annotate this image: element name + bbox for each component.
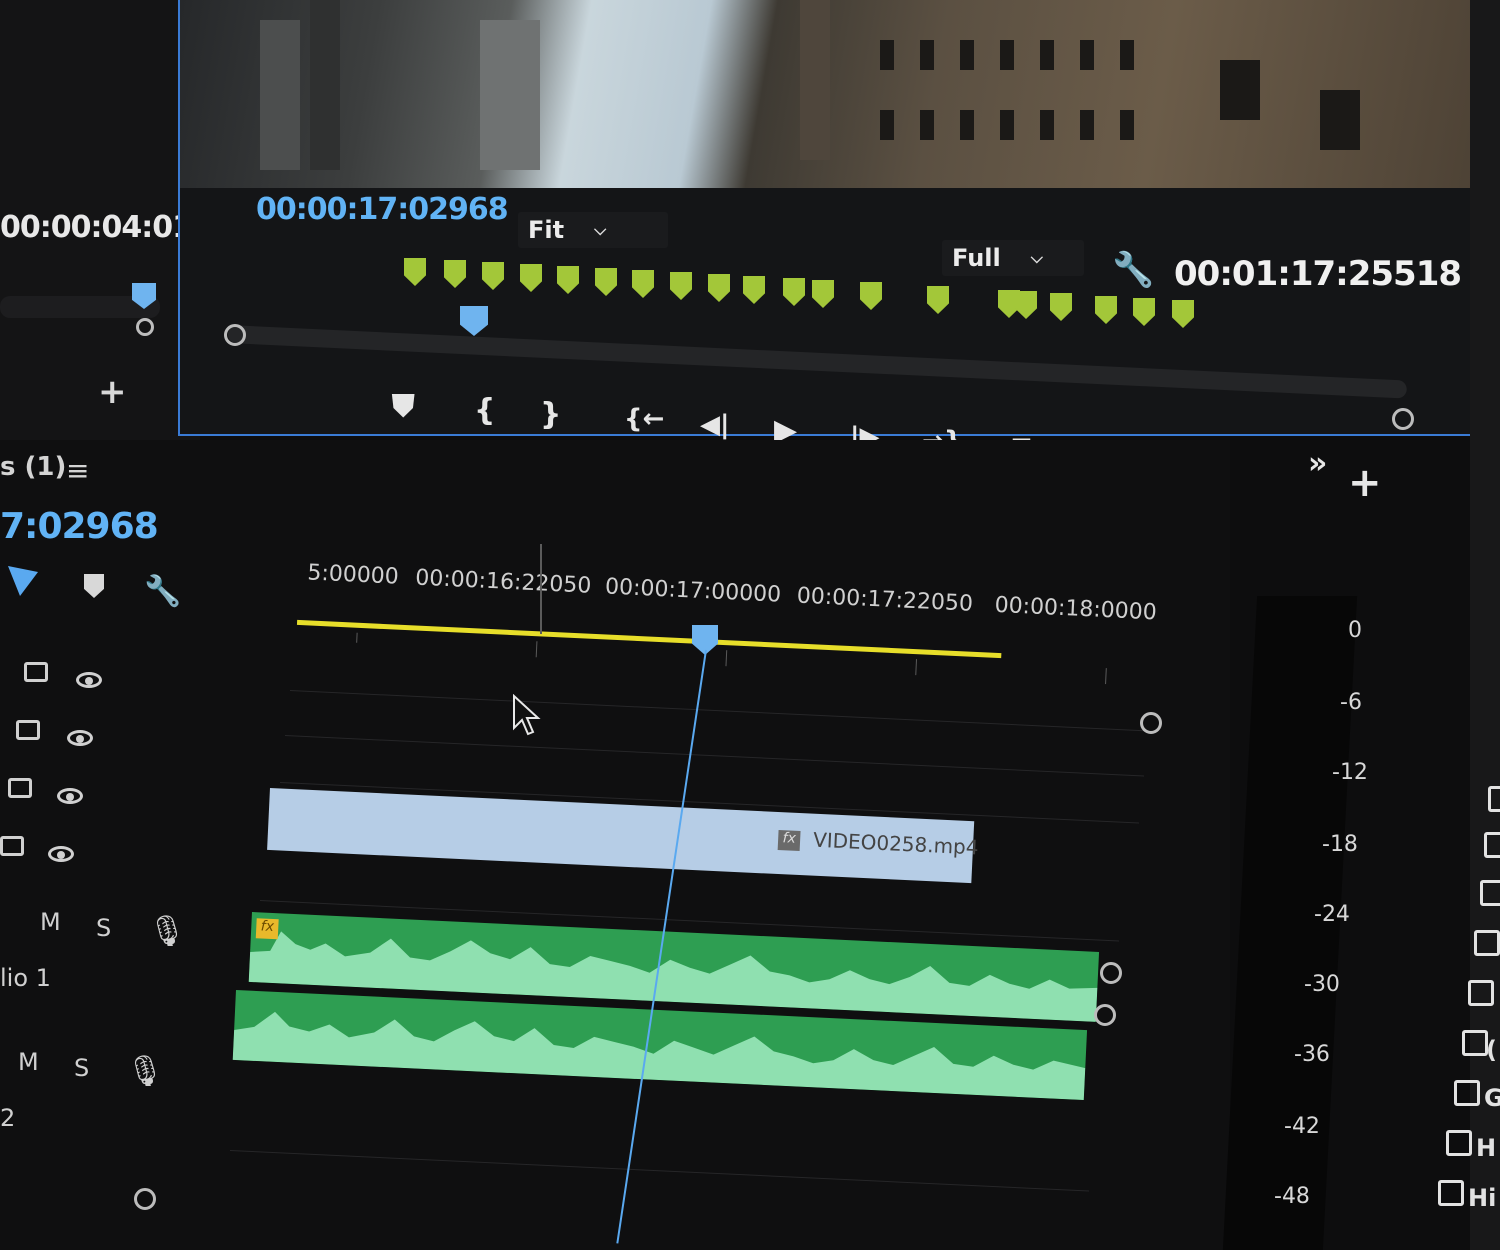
zoom-level-dropdown[interactable]: Fit ⌵ bbox=[518, 212, 668, 248]
meter-scale-label: -18 bbox=[1322, 832, 1358, 857]
bin-item-icon[interactable] bbox=[1438, 1180, 1464, 1206]
bin-item-icon[interactable] bbox=[1488, 786, 1500, 812]
video-clip-name: VIDEO0258.mp4 bbox=[812, 827, 980, 860]
mark-out-button[interactable]: } bbox=[540, 400, 561, 430]
step-back-button[interactable]: ◀| bbox=[700, 412, 730, 438]
bin-item-label[interactable]: Hi bbox=[1468, 1184, 1496, 1212]
eye-icon[interactable] bbox=[67, 730, 93, 746]
solo-button[interactable]: S bbox=[74, 1054, 89, 1082]
bin-item-label[interactable]: ( bbox=[1486, 1036, 1497, 1064]
more-controls-button[interactable]: » bbox=[1308, 446, 1327, 481]
timeline-timecode[interactable]: 7:02968 bbox=[0, 506, 159, 547]
sequence-tab-label[interactable]: s (1) bbox=[0, 452, 66, 482]
button-editor-add-button[interactable]: + bbox=[1348, 460, 1382, 506]
chevron-down-icon: ⌵ bbox=[1030, 248, 1043, 267]
source-add-button[interactable]: + bbox=[98, 372, 127, 412]
audio-track-name: 2 bbox=[0, 1104, 16, 1132]
playback-resolution-dropdown[interactable]: Full ⌵ bbox=[942, 240, 1084, 276]
ruler-tick bbox=[915, 659, 918, 676]
solo-button[interactable]: S bbox=[96, 914, 111, 942]
bin-item-icon[interactable] bbox=[1484, 832, 1500, 858]
bin-item-icon[interactable] bbox=[1462, 1030, 1488, 1056]
meter-scale-label: -6 bbox=[1340, 690, 1362, 715]
meter-scale-label: -36 bbox=[1294, 1042, 1330, 1067]
mark-in-button[interactable]: { bbox=[474, 396, 495, 426]
meter-scale-label: -48 bbox=[1274, 1184, 1310, 1209]
program-timecode[interactable]: 00:00:17:02968 bbox=[256, 192, 509, 227]
meter-scale-label: -30 bbox=[1304, 972, 1340, 997]
bin-item-icon[interactable] bbox=[1446, 1130, 1472, 1156]
program-duration: 00:01:17:25518 bbox=[1174, 254, 1462, 294]
meter-scale-label: -42 bbox=[1284, 1114, 1320, 1139]
meter-scale-label: -24 bbox=[1314, 902, 1350, 927]
chevron-down-icon: ⌵ bbox=[594, 220, 607, 239]
ruler-tick bbox=[725, 650, 728, 667]
wrench-icon[interactable]: 🔧 bbox=[144, 574, 181, 609]
bin-item-icon[interactable] bbox=[1480, 880, 1500, 906]
meter-scale-label: 0 bbox=[1348, 618, 1362, 643]
in-point-line bbox=[540, 544, 542, 634]
track-scroll-handle[interactable] bbox=[1100, 962, 1122, 984]
bin-item-label[interactable]: H bbox=[1476, 1134, 1496, 1162]
bin-item-icon[interactable] bbox=[1474, 930, 1500, 956]
eye-icon[interactable] bbox=[48, 846, 74, 862]
meter-scale-label: -12 bbox=[1332, 760, 1368, 785]
playback-resolution-value: Full bbox=[952, 244, 1001, 272]
ruler-tick bbox=[356, 632, 358, 643]
add-marker-button[interactable]: ⛊ bbox=[392, 392, 415, 422]
fx-badge-icon: fx bbox=[777, 830, 801, 852]
eye-icon[interactable] bbox=[57, 788, 83, 804]
work-area-bar[interactable] bbox=[296, 619, 1002, 659]
sync-lock-icon[interactable] bbox=[24, 662, 48, 682]
fx-badge-icon: fx bbox=[255, 918, 279, 940]
bin-item-icon[interactable] bbox=[1454, 1080, 1480, 1106]
wrench-icon[interactable]: 🔧 bbox=[1112, 250, 1154, 290]
sync-lock-icon[interactable] bbox=[0, 836, 24, 856]
microphone-icon[interactable]: 🎙 bbox=[126, 1054, 164, 1089]
track-scroll-handle[interactable] bbox=[1094, 1004, 1116, 1026]
ruler-tick bbox=[535, 641, 538, 658]
mouse-pointer-icon bbox=[513, 694, 541, 736]
sync-lock-icon[interactable] bbox=[8, 778, 32, 798]
source-scrub-end-handle[interactable] bbox=[136, 318, 154, 336]
microphone-icon[interactable]: 🎙 bbox=[148, 914, 186, 949]
sync-lock-icon[interactable] bbox=[16, 720, 40, 740]
bin-item-label[interactable]: G bbox=[1484, 1084, 1500, 1112]
track-scroll-handle[interactable] bbox=[1140, 712, 1162, 734]
scrub-start-handle[interactable] bbox=[224, 324, 246, 346]
source-timecode[interactable]: 00:00:04:01 bbox=[0, 210, 193, 245]
mute-button[interactable]: M bbox=[40, 908, 61, 936]
scrub-end-handle[interactable] bbox=[1392, 408, 1414, 430]
eye-icon[interactable] bbox=[76, 672, 102, 688]
zoom-level-value: Fit bbox=[528, 216, 565, 244]
bin-item-icon[interactable] bbox=[1468, 980, 1494, 1006]
mute-button[interactable]: M bbox=[18, 1048, 39, 1076]
ruler-tick bbox=[1105, 668, 1107, 685]
ruler-label: 5:00000 bbox=[306, 560, 400, 590]
hamburger-menu-icon[interactable]: ≡ bbox=[66, 454, 89, 487]
horizontal-scroll-handle[interactable] bbox=[134, 1188, 156, 1210]
audio-track-name: lio 1 bbox=[0, 964, 51, 992]
program-video-preview bbox=[180, 0, 1476, 188]
go-to-in-button[interactable]: {← bbox=[624, 406, 664, 432]
